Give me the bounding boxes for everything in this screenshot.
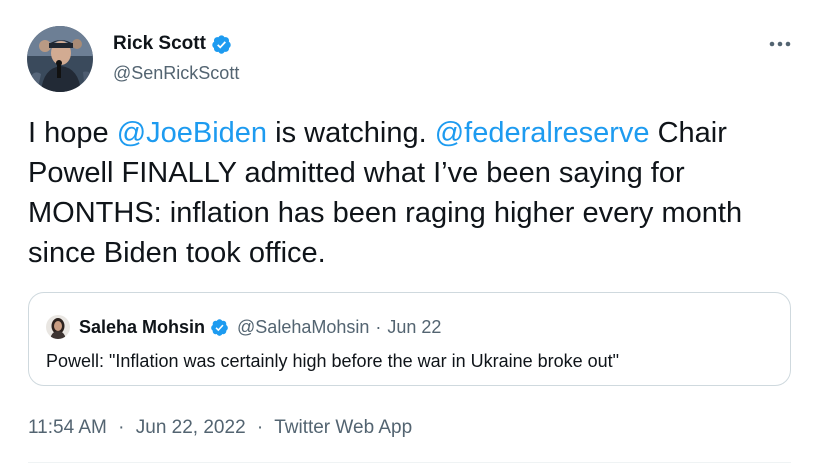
tweet-text-part: I hope	[28, 117, 117, 149]
tweet-source: Twitter Web App	[274, 417, 413, 438]
author-name-row[interactable]: Rick Scott	[113, 32, 232, 56]
verified-badge-icon	[211, 34, 232, 55]
mention-joebiden-link[interactable]: @JoeBiden	[117, 117, 267, 149]
tweet-text-part: is watching.	[267, 117, 435, 149]
author-handle[interactable]: @SenRickScott	[113, 62, 239, 84]
divider	[28, 462, 791, 463]
quoted-tweet-text: Powell: "Inflation was certainly high be…	[46, 351, 620, 371]
separator-dot: ·	[256, 417, 264, 438]
tweet-metadata: 11:54 AM · Jun 22, 2022 · Twitter Web Ap…	[28, 416, 412, 440]
quoted-header: Saleha Mohsin @SalehaMohsin · Jun 22	[79, 315, 441, 339]
separator-dot: ·	[118, 417, 125, 438]
tweet-card: Rick Scott @SenRickScott I hope @JoeBide…	[0, 0, 816, 466]
quoted-tweet-date: Jun 22	[387, 317, 442, 337]
quoted-author-avatar	[46, 315, 70, 339]
author-name[interactable]: Rick Scott	[113, 32, 206, 56]
quoted-tweet[interactable]: Saleha Mohsin @SalehaMohsin · Jun 22 Pow…	[28, 292, 791, 386]
mention-federalreserve-link[interactable]: @federalreserve	[435, 117, 650, 149]
tweet-date-link[interactable]: Jun 22, 2022	[136, 417, 246, 438]
author-avatar[interactable]	[27, 26, 93, 92]
quoted-author-handle: @SalehaMohsin	[237, 317, 370, 337]
tweet-text: I hope @JoeBiden is watching. @federalre…	[28, 113, 798, 273]
quoted-author-name: Saleha Mohsin	[79, 317, 206, 337]
verified-badge-icon	[210, 318, 229, 337]
more-options-icon[interactable]	[766, 36, 794, 52]
separator-dot: ·	[375, 317, 382, 337]
tweet-time-link[interactable]: 11:54 AM	[28, 417, 107, 438]
